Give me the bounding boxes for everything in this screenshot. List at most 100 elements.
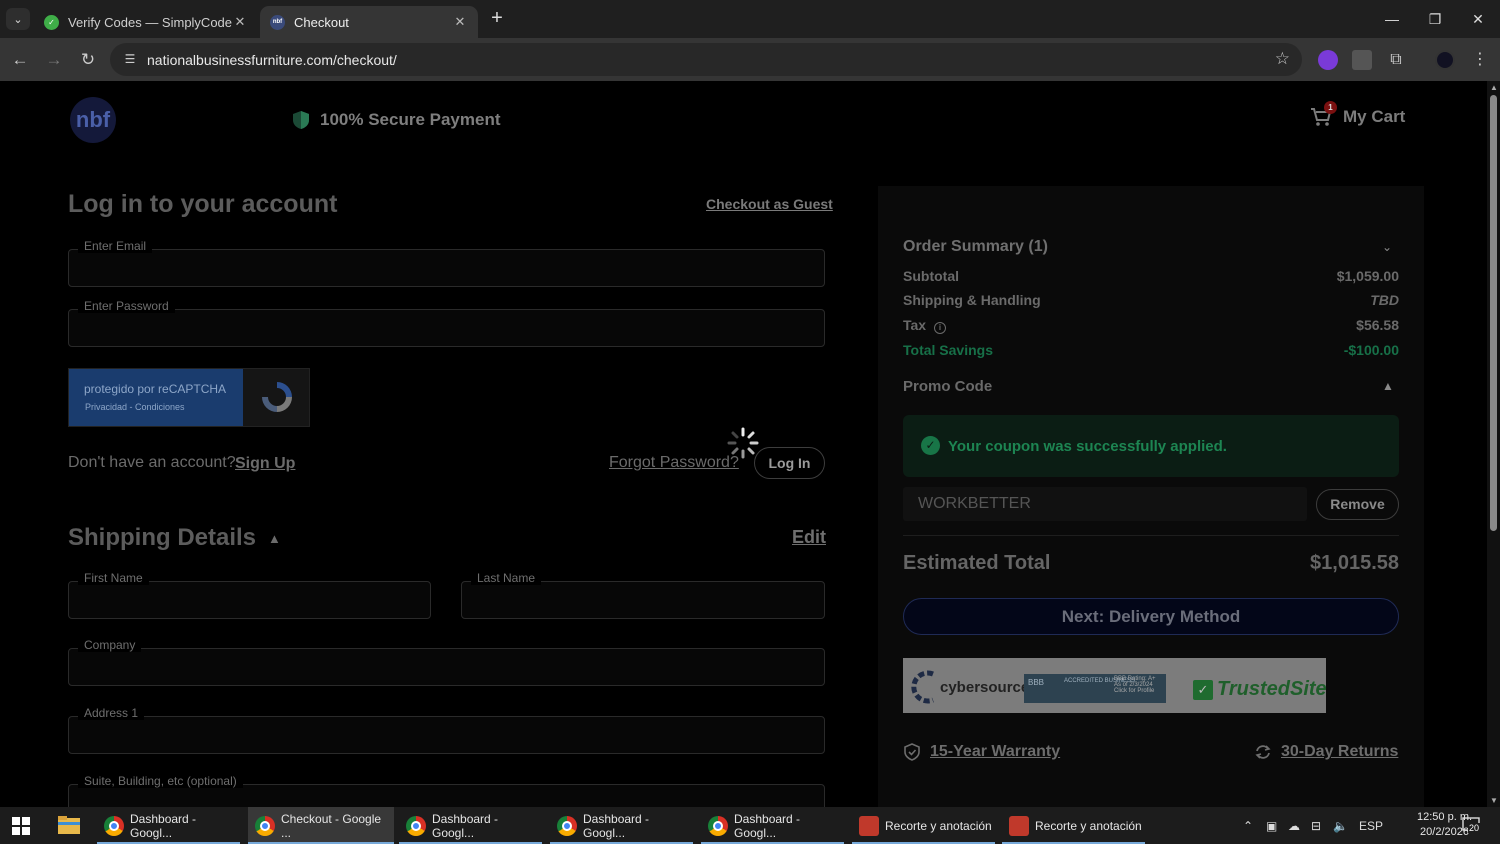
taskbar-app-chrome-dashboard[interactable]: Dashboard - Googl...	[399, 807, 542, 844]
extension-icon[interactable]	[1352, 50, 1372, 70]
browser-tab-bar: ⌄ ✓ Verify Codes — SimplyCodes ✕ nbf Che…	[0, 0, 1500, 38]
show-hidden-icons-chevron-icon[interactable]: ⌃	[1243, 807, 1253, 844]
returns-link[interactable]: 30-Day Returns	[1254, 743, 1398, 761]
no-account-text: Don't have an account?	[68, 454, 236, 471]
password-field[interactable]: Enter Password	[68, 299, 825, 347]
cybersource-badge[interactable]: cybersource	[940, 679, 1029, 696]
tab-title: Checkout	[294, 14, 349, 30]
volume-icon[interactable]: 🔈	[1333, 807, 1348, 844]
tax-row-label: Tax i	[903, 317, 946, 334]
chevron-down-icon[interactable]: ⌄	[1382, 240, 1392, 254]
first-name-label: First Name	[78, 571, 149, 585]
nbf-favicon-icon: nbf	[270, 14, 285, 30]
onedrive-cloud-icon[interactable]: ☁	[1288, 807, 1300, 844]
next-delivery-method-button[interactable]: Next: Delivery Method	[903, 598, 1399, 635]
tab-checkout[interactable]: nbf Checkout ✕	[260, 6, 478, 38]
new-tab-button[interactable]: +	[486, 7, 508, 29]
savings-label: Total Savings	[903, 342, 993, 358]
taskbar-app-label: Recorte y anotación	[1035, 818, 1142, 833]
taskbar-app-snipping-tool[interactable]: Recorte y anotación	[852, 807, 995, 844]
restore-button[interactable]: ❐	[1415, 6, 1455, 32]
recaptcha-links[interactable]: Privacidad - Condiciones	[85, 402, 185, 412]
language-indicator[interactable]: ESP	[1359, 807, 1383, 844]
minimize-button[interactable]: —	[1372, 6, 1412, 32]
promo-code-input[interactable]: WORKBETTER	[903, 487, 1307, 521]
password-input[interactable]	[69, 310, 824, 346]
scroll-up-icon[interactable]: ▲	[1490, 83, 1498, 92]
suite-field[interactable]: Suite, Building, etc (optional)	[68, 774, 825, 807]
last-name-input[interactable]	[462, 582, 824, 618]
taskbar-app-snipping-tool[interactable]: Recorte y anotación	[1002, 807, 1145, 844]
windows-start-icon[interactable]	[12, 817, 30, 835]
edit-shipping-link[interactable]: Edit	[792, 527, 826, 548]
forward-button[interactable]: →	[41, 47, 67, 73]
suite-input[interactable]	[69, 785, 824, 807]
trustedsite-badge[interactable]: ✓ TrustedSite	[1193, 678, 1327, 701]
tab-simplycodes[interactable]: ✓ Verify Codes — SimplyCodes ✕	[34, 6, 258, 38]
bookmark-star-icon[interactable]: ☆	[1275, 49, 1290, 69]
order-summary-title[interactable]: Order Summary (1)	[903, 238, 1048, 256]
checkout-as-guest-link[interactable]: Checkout as Guest	[706, 196, 833, 212]
taskbar-app-chrome-checkout[interactable]: Checkout - Google ...	[248, 807, 394, 844]
menu-kebab-icon[interactable]: ⋮	[1470, 50, 1490, 70]
forgot-password-link[interactable]: Forgot Password?	[609, 454, 739, 472]
company-field[interactable]: Company	[68, 638, 825, 686]
address1-input[interactable]	[69, 717, 824, 753]
company-input[interactable]	[69, 649, 824, 685]
tab-search-button[interactable]: ⌄	[6, 8, 30, 30]
my-cart-link[interactable]: 1 My Cart	[1310, 101, 1405, 127]
first-name-input[interactable]	[69, 582, 430, 618]
trustedsite-text: TrustedSite	[1217, 678, 1327, 700]
shipping-value: TBD	[1370, 292, 1399, 308]
file-explorer-icon[interactable]	[58, 816, 80, 834]
site-info-icon[interactable]: ☰	[122, 51, 138, 67]
shield-icon	[293, 111, 309, 129]
info-icon[interactable]: i	[933, 322, 946, 334]
snipping-tool-icon	[1009, 815, 1029, 836]
close-tab-icon[interactable]: ✕	[232, 14, 248, 30]
close-window-button[interactable]: ✕	[1458, 6, 1498, 32]
reload-button[interactable]: ↻	[75, 47, 101, 73]
sign-up-link[interactable]: Sign Up	[235, 455, 295, 473]
network-icon[interactable]: ⊟	[1311, 807, 1321, 844]
url-text[interactable]: nationalbusinessfurniture.com/checkout/	[147, 52, 397, 68]
taskbar-app-chrome-dashboard[interactable]: Dashboard - Googl...	[701, 807, 844, 844]
last-name-field[interactable]: Last Name	[461, 571, 825, 619]
chevron-up-icon[interactable]: ▲	[1382, 379, 1394, 393]
close-tab-icon[interactable]: ✕	[452, 14, 468, 30]
remove-coupon-button[interactable]: Remove	[1316, 489, 1399, 520]
nbf-logo[interactable]: nbf	[70, 97, 116, 143]
first-name-field[interactable]: First Name	[68, 571, 431, 619]
shipping-details-heading[interactable]: Shipping Details ▲	[68, 524, 281, 552]
page-scrollbar[interactable]: ▲ ▼	[1487, 81, 1500, 807]
email-input[interactable]	[69, 250, 824, 286]
extension-purple-icon[interactable]	[1318, 50, 1338, 70]
browser-toolbar: ← → ↻ ☰ nationalbusinessfurniture.com/ch…	[0, 38, 1500, 81]
taskbar-app-chrome-dashboard[interactable]: Dashboard - Googl...	[97, 807, 240, 844]
divider	[903, 535, 1399, 536]
address1-label: Address 1	[78, 706, 145, 720]
bbb-badge[interactable]: BBB ACCREDITED BUSINESS BBB Rating: A+ A…	[1024, 674, 1166, 703]
recaptcha-badge[interactable]: protegido por reCAPTCHA Privacidad - Con…	[68, 368, 310, 427]
cart-count-badge: 1	[1324, 101, 1337, 114]
bbb-logo-icon: BBB	[1028, 678, 1045, 687]
email-field[interactable]: Enter Email	[68, 239, 825, 287]
promo-code-title[interactable]: Promo Code	[903, 378, 992, 395]
back-button[interactable]: ←	[7, 47, 33, 73]
chevron-up-icon[interactable]: ▲	[268, 531, 281, 546]
recaptcha-text: protegido por reCAPTCHA	[84, 382, 227, 396]
scrollbar-thumb[interactable]	[1490, 95, 1497, 531]
address-bar[interactable]: ☰ nationalbusinessfurniture.com/checkout…	[110, 43, 1302, 76]
password-label: Enter Password	[78, 299, 175, 313]
address1-field[interactable]: Address 1	[68, 706, 825, 754]
scroll-down-icon[interactable]: ▼	[1490, 796, 1498, 805]
taskbar-app-chrome-dashboard[interactable]: Dashboard - Googl...	[550, 807, 693, 844]
coupon-success-message: ✓ Your coupon was successfully applied.	[903, 415, 1399, 477]
estimated-total-value: $1,015.58	[1310, 552, 1399, 574]
notification-center-icon[interactable]: 20	[1462, 817, 1481, 833]
warranty-link[interactable]: 15-Year Warranty	[903, 743, 1060, 761]
meet-icon[interactable]: ▣	[1266, 807, 1277, 844]
log-in-button[interactable]: Log In	[754, 447, 825, 479]
extensions-puzzle-icon[interactable]: ⧉	[1386, 50, 1406, 70]
profile-avatar[interactable]	[1435, 50, 1455, 70]
